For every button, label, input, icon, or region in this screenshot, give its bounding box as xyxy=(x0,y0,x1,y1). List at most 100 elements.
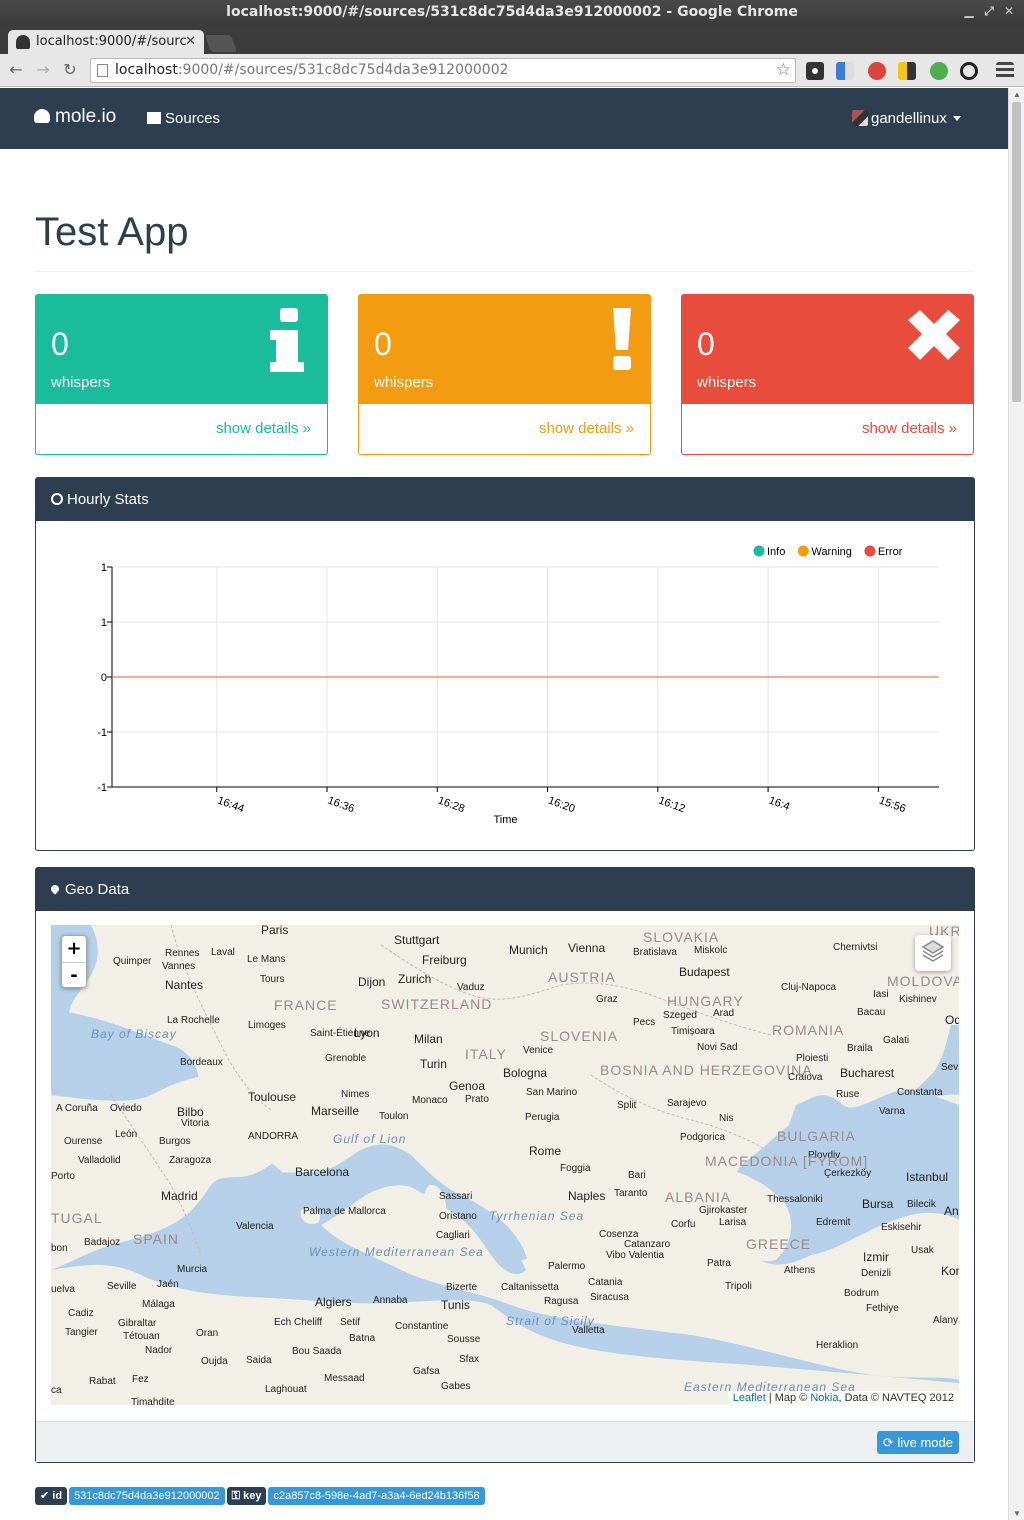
page-icon xyxy=(97,64,108,77)
map-label-bousaada: Bou Saada xyxy=(292,1346,342,1357)
map-label-sarajevo: Sarajevo xyxy=(667,1098,707,1109)
bookmark-star-icon[interactable]: ☆ xyxy=(776,59,791,82)
new-tab-button[interactable] xyxy=(204,35,238,52)
map-label-usak: Usak xyxy=(911,1245,934,1256)
map-label-bari: Bari xyxy=(628,1170,646,1181)
map-label-spain: SPAIN xyxy=(133,1231,179,1247)
layers-button[interactable] xyxy=(915,935,951,971)
info-details-link[interactable]: show details » xyxy=(35,404,328,455)
map-label-paris: Paris xyxy=(261,925,289,937)
map-label-italy: ITALY xyxy=(465,1046,507,1062)
legend-label-info: Info xyxy=(767,546,785,558)
map-label-tetouan: Tétouan xyxy=(123,1331,160,1342)
key-label: ⚿ key xyxy=(226,1487,267,1505)
user-menu-toggle[interactable]: gandellinux xyxy=(852,110,961,127)
map-label-freiburg: Freiburg xyxy=(422,953,467,967)
zoom-in-button[interactable]: + xyxy=(62,936,86,962)
map-label-oristano: Oristano xyxy=(439,1211,477,1222)
map-label-corfu: Corfu xyxy=(671,1219,696,1230)
geo-data-header: Geo Data xyxy=(36,868,974,911)
map-label-graz: Graz xyxy=(596,994,618,1005)
leaflet-link[interactable]: Leaflet xyxy=(733,1392,766,1404)
evernote-green-icon[interactable] xyxy=(930,62,948,80)
map-label-moldova: MOLDOVA xyxy=(887,973,959,989)
delicious-icon[interactable] xyxy=(836,62,854,80)
map-label-zurich: Zurich xyxy=(398,972,432,986)
map-label-edremit: Edremit xyxy=(816,1217,851,1228)
hourly-stats-title: Hourly Stats xyxy=(67,491,149,508)
map-label-nimes: Nimes xyxy=(341,1089,370,1100)
warning-details-link[interactable]: show details » xyxy=(358,404,651,455)
page-viewport: mole.io Sources gandellinux Test App 0 w… xyxy=(0,88,1008,1520)
forward-icon[interactable]: → xyxy=(33,60,53,80)
map-label-messaad: Messaad xyxy=(324,1373,365,1384)
map-attribution: Leaflet | Map © Nokia, Data © NAVTEQ 201… xyxy=(727,1391,959,1405)
settings-gear-icon[interactable] xyxy=(806,62,824,80)
extension-yellow-icon[interactable] xyxy=(898,62,916,80)
map-label-sfax: Sfax xyxy=(459,1354,480,1365)
map-label-chernivtsi: Chernivtsi xyxy=(833,942,878,953)
back-icon[interactable]: ← xyxy=(6,60,26,80)
chart-ytick-label: -1 xyxy=(97,727,107,739)
legend-marker-info xyxy=(753,545,765,557)
id-label-text: id xyxy=(52,1490,63,1502)
map-label-bratislava: Bratislava xyxy=(633,947,677,958)
scroll-up-icon[interactable]: ▲ xyxy=(1012,90,1022,99)
tab-strip: localhost:9000/#/sourc ✕ xyxy=(0,26,1024,54)
map-label-lisbon: bon xyxy=(51,1243,68,1254)
map-label-bodrum: Bodrum xyxy=(844,1288,880,1299)
tab-title: localhost:9000/#/sourc xyxy=(36,34,187,49)
map-label-timahdite: Timahdite xyxy=(131,1397,175,1405)
map-label-miskolc: Miskolc xyxy=(694,945,728,956)
nokia-link[interactable]: Nokia xyxy=(810,1392,838,1404)
map-label-clujnapoca: Cluj-Napoca xyxy=(781,982,837,993)
map-label-lyon: Lyon xyxy=(354,1026,380,1040)
page-scrollbar[interactable]: ▲ ▼ xyxy=(1008,88,1024,1520)
map-label-greece: GREECE xyxy=(746,1236,812,1252)
live-mode-label: live mode xyxy=(897,1435,953,1450)
map-label-tripoli: Tripoli xyxy=(725,1281,752,1292)
map[interactable]: Paris Stuttgart Munich Vienna SLOVAKIA Bratis… xyxy=(51,925,959,1405)
map-label-galati: Galati xyxy=(883,1035,910,1046)
map-label-batna: Batna xyxy=(349,1333,376,1344)
map-label-zaragoza: Zaragoza xyxy=(169,1155,212,1166)
map-label-gafsa: Gafsa xyxy=(413,1366,440,1377)
reload-icon[interactable]: ↻ xyxy=(60,60,80,80)
address-bar[interactable]: localhost:9000/#/sources/531c8dc75d4da3e… xyxy=(90,58,796,83)
map-label-echcheliff: Ech Cheliff xyxy=(274,1317,323,1328)
zoom-out-button[interactable]: - xyxy=(62,962,86,988)
zoom-control: + - xyxy=(61,935,87,988)
map-label-murcia: Murcia xyxy=(177,1264,208,1275)
brand-link[interactable]: mole.io xyxy=(34,106,116,128)
scrollbar-thumb[interactable] xyxy=(1012,102,1021,402)
nav-sources-link[interactable]: Sources xyxy=(147,110,220,127)
minimize-icon[interactable]: ▁ xyxy=(962,4,976,18)
chart-xtick-label: 16:44 xyxy=(216,795,246,816)
map-label-macedonia: MACEDONIA [FYROM] xyxy=(705,1153,869,1169)
browser-tab[interactable]: localhost:9000/#/sourc ✕ xyxy=(8,30,204,54)
scroll-down-icon[interactable]: ▼ xyxy=(1012,1509,1022,1518)
map-marker-icon xyxy=(49,883,61,895)
chart-xtick-label: 16:12 xyxy=(657,795,687,816)
chrome-menu-icon[interactable] xyxy=(996,62,1014,80)
map-label-szeged: Szeged xyxy=(663,1010,697,1021)
map-label-portugal: TUGAL xyxy=(51,1210,103,1226)
map-label-leon: León xyxy=(115,1129,138,1140)
map-label-seville: Seville xyxy=(107,1281,137,1292)
spy-favicon-icon xyxy=(16,35,30,49)
caret-down-icon xyxy=(952,116,961,121)
live-mode-button[interactable]: ⟳ live mode xyxy=(876,1431,959,1454)
map-label-denizli: Denizli xyxy=(861,1268,892,1279)
map-label-sev: Sev xyxy=(941,1062,959,1073)
window-titlebar: localhost:9000/#/sources/531c8dc75d4da3e… xyxy=(0,0,1024,26)
map-label-kishinev: Kishinev xyxy=(899,994,937,1005)
hourly-stats-chart: 1 1 0 -1 -1 16:44 16:36 16:28 16:20 16:12 16:4 15:5… xyxy=(97,545,939,826)
tab-close-icon[interactable]: ✕ xyxy=(185,30,196,54)
extension-red-icon[interactable] xyxy=(868,62,886,80)
maximize-icon[interactable]: ⤢ xyxy=(982,4,996,18)
sync-icon[interactable] xyxy=(960,62,978,80)
error-details-link[interactable]: show details » xyxy=(681,404,974,455)
close-icon[interactable]: ✕ xyxy=(1002,4,1016,18)
map-label-thessaloniki: Thessaloniki xyxy=(767,1194,823,1205)
map-label-rennes: Rennes xyxy=(165,948,200,959)
